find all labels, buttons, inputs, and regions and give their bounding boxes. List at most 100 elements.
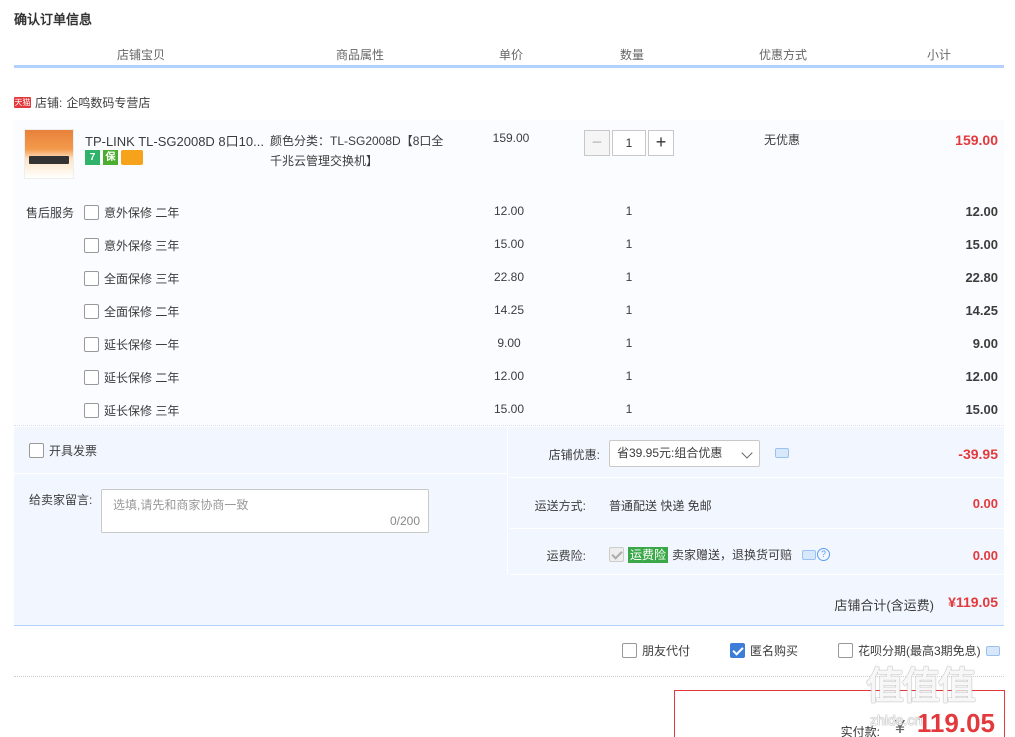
invoice-label: 开具发票 xyxy=(49,444,98,458)
shipping-amount: 0.00 xyxy=(972,496,998,511)
friend-pay-label: 朋友代付 xyxy=(642,644,691,658)
friend-pay-option[interactable]: 朋友代付 xyxy=(622,642,690,659)
service-option[interactable]: 意外保修 三年 xyxy=(84,236,179,254)
store-label: 店铺: xyxy=(35,96,63,110)
service-option[interactable]: 延长保修 一年 xyxy=(84,335,179,353)
service-checkbox[interactable] xyxy=(84,336,99,352)
service-checkbox[interactable] xyxy=(84,270,99,286)
insurance-checkbox xyxy=(609,547,624,562)
service-qty: 1 xyxy=(625,204,633,218)
col-price: 单价 xyxy=(498,48,523,62)
col-qty: 数量 xyxy=(619,48,644,62)
store-total-value: ¥119.05 xyxy=(948,594,998,610)
watermark-url: zhide.cn xyxy=(870,712,923,728)
seven-day-return-icon: 7 xyxy=(85,150,100,165)
service-option[interactable]: 意外保修 二年 xyxy=(84,203,179,221)
attr-line: 千兆云管理交换机】 xyxy=(270,154,379,168)
anonymous-option[interactable]: 匿名购买 xyxy=(730,642,798,659)
service-qty: 1 xyxy=(625,402,633,416)
service-subtotal: 15.00 xyxy=(965,237,998,252)
pay-amount: 119.05 xyxy=(916,708,995,737)
service-name: 延长保修 三年 xyxy=(104,403,180,418)
service-qty: 1 xyxy=(625,303,633,317)
table-header: 店铺宝贝 商品属性 单价 数量 优惠方式 小计 xyxy=(14,46,1004,68)
insurance-badge: 运费险 xyxy=(628,546,669,563)
service-checkbox[interactable] xyxy=(84,303,99,319)
service-option[interactable]: 全面保修 二年 xyxy=(84,302,179,320)
friend-pay-checkbox[interactable] xyxy=(622,643,637,658)
store-name[interactable]: 企鸣数码专营店 xyxy=(66,94,150,111)
service-price: 15.00 xyxy=(493,402,525,416)
product-attributes: 颜色分类：TL-SG2008D【8口全 千兆云管理交换机】 xyxy=(270,131,470,171)
product-thumbnail[interactable] xyxy=(24,129,74,179)
col-goods: 店铺宝贝 xyxy=(116,48,165,62)
guarantee-icon: 保 xyxy=(103,150,118,165)
store-line: 天猫 店铺: 企鸣数码专营店 xyxy=(14,94,150,111)
product-badges: 7 保 xyxy=(85,150,143,165)
watermark-logo: 值值值 xyxy=(866,666,976,708)
store-total-label: 店铺合计(含运费) xyxy=(834,598,934,613)
decrease-button[interactable]: − xyxy=(584,130,610,156)
insurance-label: 运费险: xyxy=(546,549,586,563)
service-name: 意外保修 三年 xyxy=(104,238,180,253)
comment-icon[interactable] xyxy=(985,645,1000,656)
service-price: 14.25 xyxy=(493,303,525,317)
insurance-amount: 0.00 xyxy=(972,548,998,563)
message-char-count: 0/200 xyxy=(389,514,420,528)
service-label: 售后服务 xyxy=(26,206,75,220)
service-subtotal: 12.00 xyxy=(965,369,998,384)
quantity-input[interactable]: 1 xyxy=(612,130,646,156)
service-price: 9.00 xyxy=(497,336,521,350)
anonymous-checkbox[interactable] xyxy=(730,643,745,658)
message-label: 给卖家留言: xyxy=(29,493,93,507)
service-price: 12.00 xyxy=(493,204,525,218)
service-price: 15.00 xyxy=(493,237,525,251)
invoice-checkbox[interactable] xyxy=(29,443,44,458)
huabei-checkbox[interactable] xyxy=(838,643,853,658)
shipping-value: 普通配送 快递 免邮 xyxy=(609,499,712,513)
col-attr: 商品属性 xyxy=(335,48,384,62)
service-qty: 1 xyxy=(625,237,633,251)
service-checkbox[interactable] xyxy=(84,402,99,418)
help-icon[interactable]: ? xyxy=(817,548,831,561)
store-discount-select[interactable]: 省39.95元:组合优惠 xyxy=(609,440,760,467)
comment-icon[interactable] xyxy=(775,448,789,458)
service-price: 22.80 xyxy=(493,270,525,284)
service-option[interactable]: 延长保修 三年 xyxy=(84,401,179,419)
increase-button[interactable]: + xyxy=(648,130,674,156)
service-option[interactable]: 全面保修 三年 xyxy=(84,269,179,287)
col-subtotal: 小计 xyxy=(926,48,951,62)
message-placeholder: 选填,请先和商家协商一致 xyxy=(113,498,249,512)
service-checkbox[interactable] xyxy=(84,237,99,253)
item-subtotal: 159.00 xyxy=(955,132,998,148)
comment-icon[interactable] xyxy=(802,549,817,560)
service-subtotal: 14.25 xyxy=(965,303,998,318)
quantity-stepper: − 1 + xyxy=(584,130,674,156)
page-title: 确认订单信息 xyxy=(14,12,93,27)
store-discount-amount: -39.95 xyxy=(958,446,998,462)
service-qty: 1 xyxy=(625,369,633,383)
service-name: 延长保修 二年 xyxy=(104,370,180,385)
store-discount-label: 店铺优惠: xyxy=(548,448,600,462)
service-qty: 1 xyxy=(625,336,633,350)
service-name: 全面保修 三年 xyxy=(104,271,180,286)
service-subtotal: 15.00 xyxy=(965,402,998,417)
service-name: 延长保修 一年 xyxy=(104,337,180,352)
message-textarea[interactable]: 选填,请先和商家协商一致 0/200 xyxy=(101,489,429,533)
anonymous-label: 匿名购买 xyxy=(750,644,799,658)
service-subtotal: 22.80 xyxy=(965,270,998,285)
tmall-icon: 天猫 xyxy=(14,97,31,108)
shipping-label: 运送方式: xyxy=(534,499,586,513)
credit-card-icon xyxy=(121,150,143,165)
service-name: 意外保修 二年 xyxy=(104,205,180,220)
chevron-down-icon xyxy=(741,447,753,459)
store-discount-value: 省39.95元:组合优惠 xyxy=(617,446,723,460)
service-checkbox[interactable] xyxy=(84,369,99,385)
insurance-option: 运费险 卖家赠送，退换货可赔 ? xyxy=(609,546,831,563)
service-option[interactable]: 延长保修 二年 xyxy=(84,368,179,386)
divider xyxy=(14,676,1004,677)
product-name[interactable]: TP-LINK TL-SG2008D 8口10... xyxy=(85,131,265,150)
service-checkbox[interactable] xyxy=(84,204,99,220)
invoice-option[interactable]: 开具发票 xyxy=(29,442,97,459)
service-name: 全面保修 二年 xyxy=(104,304,180,319)
